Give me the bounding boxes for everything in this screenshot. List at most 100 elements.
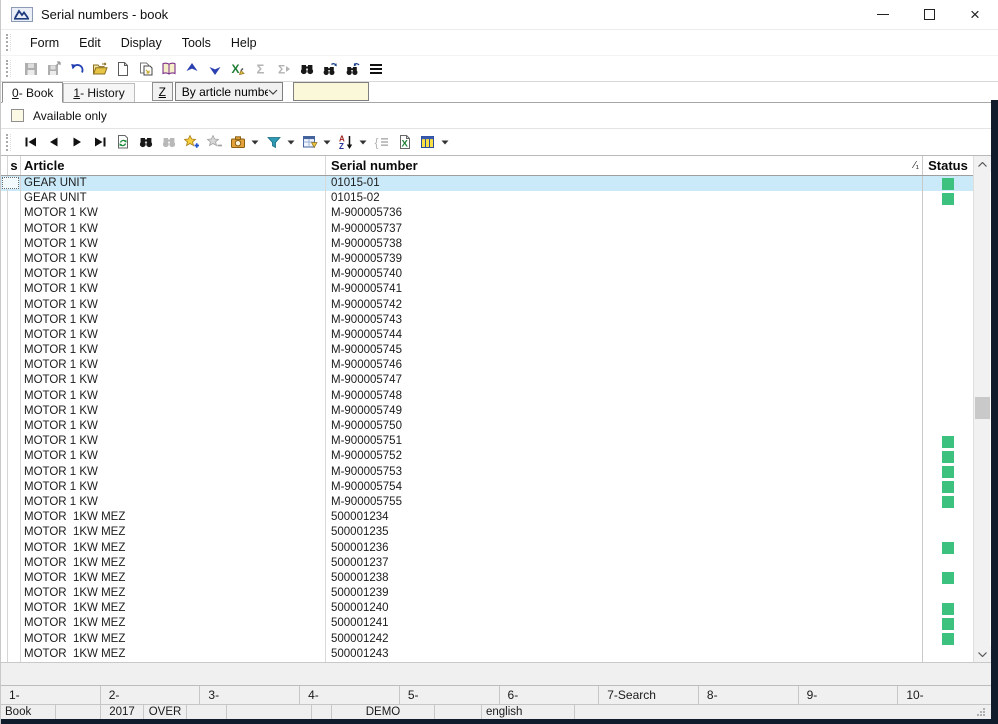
table-row[interactable]: MOTOR 1KW MEZ 500001239 <box>1 586 973 602</box>
grid-columns-icon[interactable] <box>416 131 439 153</box>
table-row[interactable]: MOTOR 1KW MEZ 500001243 <box>1 646 973 662</box>
move-down-icon[interactable] <box>203 58 226 80</box>
table-row[interactable]: MOTOR 1KW MEZ 500001240 <box>1 601 973 617</box>
menu-icon[interactable] <box>364 58 387 80</box>
scrollbar-thumb[interactable] <box>975 397 990 419</box>
excel-export-icon[interactable]: X <box>393 131 416 153</box>
table-row[interactable]: MOTOR 1 KW M-900005736 <box>1 206 973 222</box>
form-view-icon[interactable] <box>298 131 321 153</box>
column-header-s[interactable]: s <box>8 156 21 175</box>
fkey-2[interactable]: 2- <box>101 686 201 704</box>
tab-book[interactable]: 0 - Book <box>2 82 64 103</box>
last-record-icon[interactable] <box>88 131 111 153</box>
table-row[interactable]: MOTOR 1KW MEZ 500001238 <box>1 570 973 587</box>
table-row[interactable]: MOTOR 1 KW M-900005753 <box>1 464 973 480</box>
new-document-icon[interactable] <box>111 58 134 80</box>
menu-item-help[interactable]: Help <box>222 33 266 53</box>
table-row[interactable]: MOTOR 1KW MEZ 500001241 <box>1 616 973 632</box>
minimize-button[interactable] <box>860 0 906 29</box>
next-record-icon[interactable] <box>65 131 88 153</box>
first-record-icon[interactable] <box>19 131 42 153</box>
copy-icon[interactable] <box>134 58 157 80</box>
menu-item-tools[interactable]: Tools <box>173 33 220 53</box>
toolbar-drag-handle[interactable] <box>6 60 11 77</box>
sort-dropdown-icon[interactable] <box>357 131 368 153</box>
search-again-icon[interactable] <box>157 131 180 153</box>
refresh-icon[interactable] <box>111 131 134 153</box>
column-header-serial-number[interactable]: Serial number ⁄₁ <box>326 156 923 175</box>
quick-search-input[interactable] <box>292 82 369 101</box>
scroll-up-icon[interactable] <box>974 156 991 172</box>
menu-drag-handle[interactable] <box>6 34 11 51</box>
fkey-3[interactable]: 3- <box>200 686 301 704</box>
fkey-4[interactable]: 4- <box>300 686 400 704</box>
save-as-icon[interactable] <box>42 58 65 80</box>
table-row[interactable]: GEAR UNIT 01015-01 <box>1 176 973 192</box>
previous-record-icon[interactable] <box>42 131 65 153</box>
table-row[interactable]: MOTOR 1 KW M-900005745 <box>1 343 973 359</box>
sort-icon[interactable]: AZ <box>334 131 357 153</box>
table-row[interactable]: MOTOR 1 KW M-900005751 <box>1 434 973 450</box>
table-row[interactable]: MOTOR 1 KW M-900005737 <box>1 221 973 237</box>
menu-item-display[interactable]: Display <box>112 33 171 53</box>
maximize-button[interactable] <box>906 0 952 29</box>
table-row[interactable]: MOTOR 1 KW M-900005746 <box>1 358 973 374</box>
select-list-icon[interactable]: { <box>370 131 393 153</box>
filter-dropdown-icon[interactable] <box>285 131 296 153</box>
fkey-1[interactable]: 1- <box>1 686 101 704</box>
table-row[interactable]: MOTOR 1 KW M-900005742 <box>1 297 973 313</box>
add-record-icon[interactable] <box>180 131 203 153</box>
fkey-7-search[interactable]: 7-Search <box>599 686 699 704</box>
tab-history[interactable]: 1 - History <box>63 83 135 102</box>
excel-edit-icon[interactable]: X <box>226 58 249 80</box>
column-header-article[interactable]: Article <box>21 156 326 175</box>
search-icon[interactable] <box>134 131 157 153</box>
find-previous-icon[interactable] <box>341 58 364 80</box>
table-row[interactable]: GEAR UNIT 01015-02 <box>1 191 973 207</box>
table-row[interactable]: MOTOR 1 KW M-900005740 <box>1 267 973 283</box>
table-row[interactable]: MOTOR 1 KW M-900005754 <box>1 479 973 495</box>
fkey-10[interactable]: 10- <box>898 686 998 704</box>
available-only-checkbox[interactable] <box>11 109 24 122</box>
fkey-5[interactable]: 5- <box>400 686 500 704</box>
form-view-dropdown-icon[interactable] <box>321 131 332 153</box>
table-row[interactable]: MOTOR 1KW MEZ 500001234 <box>1 510 973 526</box>
vertical-scrollbar[interactable] <box>973 156 991 662</box>
find-icon[interactable] <box>295 58 318 80</box>
snapshot-icon[interactable] <box>226 131 249 153</box>
menu-item-form[interactable]: Form <box>21 33 68 53</box>
table-row[interactable]: MOTOR 1 KW M-900005741 <box>1 282 973 298</box>
table-row[interactable]: MOTOR 1 KW M-900005750 <box>1 419 973 435</box>
table-row[interactable]: MOTOR 1KW MEZ 500001236 <box>1 540 973 556</box>
sum-filtered-icon[interactable]: Σ <box>272 58 295 80</box>
table-row[interactable]: MOTOR 1 KW M-900005743 <box>1 312 973 328</box>
snapshot-dropdown-icon[interactable] <box>249 131 260 153</box>
table-row[interactable]: MOTOR 1 KW M-900005739 <box>1 251 973 268</box>
undo-icon[interactable] <box>65 58 88 80</box>
table-row[interactable]: MOTOR 1 KW M-900005747 <box>1 373 973 389</box>
column-header-status[interactable]: Status <box>923 156 973 175</box>
move-up-icon[interactable] <box>180 58 203 80</box>
menu-item-edit[interactable]: Edit <box>70 33 110 53</box>
table-row[interactable]: MOTOR 1 KW M-900005752 <box>1 449 973 465</box>
sum-icon[interactable]: Σ <box>249 58 272 80</box>
table-row[interactable]: MOTOR 1KW MEZ 500001235 <box>1 525 973 541</box>
filter-icon[interactable] <box>262 131 285 153</box>
table-row[interactable]: MOTOR 1KW MEZ 500001242 <box>1 631 973 647</box>
open-icon[interactable] <box>88 58 111 80</box>
save-icon[interactable] <box>19 58 42 80</box>
close-button[interactable]: × <box>952 0 998 29</box>
table-row[interactable]: MOTOR 1KW MEZ 500001237 <box>1 555 973 571</box>
z-order-button[interactable]: Z <box>151 82 173 101</box>
fkey-8[interactable]: 8- <box>699 686 799 704</box>
table-row[interactable]: MOTOR 1 KW M-900005744 <box>1 327 973 344</box>
table-row[interactable]: MOTOR 1 KW M-900005738 <box>1 236 973 252</box>
find-next-icon[interactable] <box>318 58 341 80</box>
resize-grip-icon[interactable] <box>976 707 986 717</box>
sort-mode-select[interactable]: By article number <box>174 82 283 101</box>
fkey-6[interactable]: 6- <box>500 686 600 704</box>
table-row[interactable]: MOTOR 1 KW M-900005749 <box>1 403 973 419</box>
remove-record-icon[interactable] <box>203 131 226 153</box>
book-icon[interactable] <box>157 58 180 80</box>
scroll-down-icon[interactable] <box>974 646 991 662</box>
